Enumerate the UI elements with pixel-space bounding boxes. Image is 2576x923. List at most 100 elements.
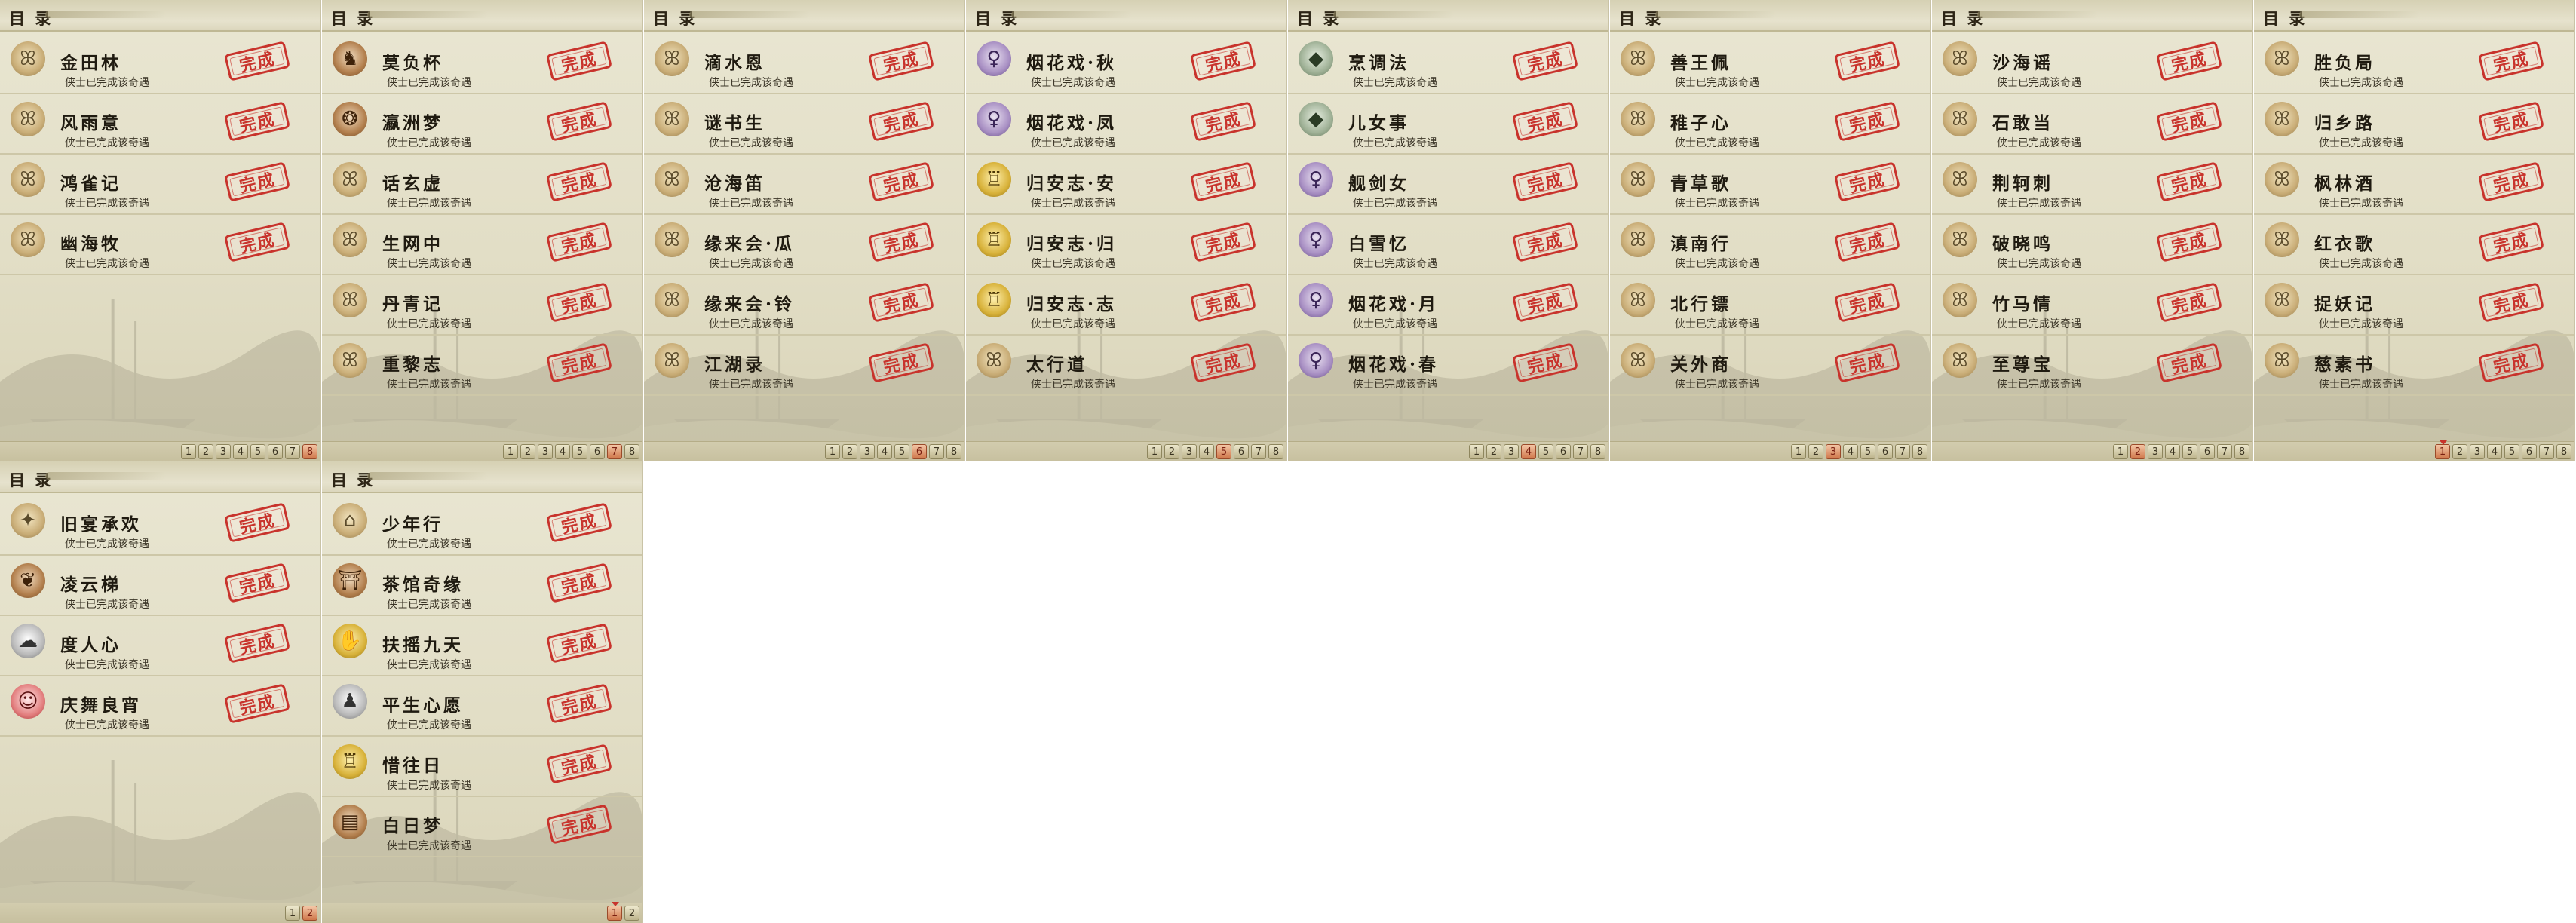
adventure-entry[interactable]: ♀ 烟花戏·秋 侠士已完成该奇遇 完成 — [966, 35, 1286, 94]
page-button-8[interactable]: 8 — [946, 444, 961, 459]
adventure-entry[interactable]: ✦ 旧宴承欢 侠士已完成该奇遇 完成 — [0, 496, 320, 556]
adventure-entry[interactable]: ꕤ 慈素书 侠士已完成该奇遇 完成 — [2254, 336, 2574, 396]
page-button-5[interactable]: 5 — [2504, 444, 2519, 459]
page-button-1[interactable]: 1 — [2435, 440, 2450, 459]
adventure-entry[interactable]: ♖ 归安志·归 侠士已完成该奇遇 完成 — [966, 216, 1286, 275]
adventure-entry[interactable]: ꕤ 至尊宝 侠士已完成该奇遇 完成 — [1932, 336, 2252, 396]
adventure-entry[interactable]: ◆ 儿女事 侠士已完成该奇遇 完成 — [1288, 95, 1608, 155]
adventure-entry[interactable]: ꕤ 胜负局 侠士已完成该奇遇 完成 — [2254, 35, 2574, 94]
page-button-2[interactable]: 2 — [2130, 444, 2145, 459]
page-button-7[interactable]: 7 — [1573, 444, 1588, 459]
page-button-7[interactable]: 7 — [607, 444, 622, 459]
page-button-7[interactable]: 7 — [929, 444, 944, 459]
page-button-2[interactable]: 2 — [1808, 444, 1823, 459]
page-button-4[interactable]: 4 — [2487, 444, 2502, 459]
page-button-1[interactable]: 1 — [1147, 444, 1162, 459]
adventure-entry[interactable]: ꕤ 太行道 侠士已完成该奇遇 完成 — [966, 336, 1286, 396]
adventure-entry[interactable]: ♀ 舰剑女 侠士已完成该奇遇 完成 — [1288, 155, 1608, 215]
page-button-7[interactable]: 7 — [2217, 444, 2232, 459]
adventure-entry[interactable]: ꕤ 稚子心 侠士已完成该奇遇 完成 — [1610, 95, 1930, 155]
adventure-entry[interactable]: ꕤ 捉妖记 侠士已完成该奇遇 完成 — [2254, 276, 2574, 336]
page-button-4[interactable]: 4 — [2165, 444, 2180, 459]
page-button-6[interactable]: 6 — [2522, 444, 2537, 459]
adventure-entry[interactable]: ꕤ 归乡路 侠士已完成该奇遇 完成 — [2254, 95, 2574, 155]
adventure-entry[interactable]: ꕤ 滇南行 侠士已完成该奇遇 完成 — [1610, 216, 1930, 275]
page-button-6[interactable]: 6 — [912, 444, 927, 459]
page-button-8[interactable]: 8 — [1912, 444, 1927, 459]
adventure-entry[interactable]: ♖ 归安志·安 侠士已完成该奇遇 完成 — [966, 155, 1286, 215]
page-button-5[interactable]: 5 — [1860, 444, 1875, 459]
page-button-1[interactable]: 1 — [503, 444, 518, 459]
page-button-4[interactable]: 4 — [233, 444, 248, 459]
page-button-2[interactable]: 2 — [624, 906, 639, 921]
page-button-5[interactable]: 5 — [2182, 444, 2197, 459]
adventure-entry[interactable]: ꕤ 沧海笛 侠士已完成该奇遇 完成 — [644, 155, 964, 215]
page-button-3[interactable]: 3 — [1182, 444, 1197, 459]
page-button-1[interactable]: 1 — [825, 444, 840, 459]
page-button-4[interactable]: 4 — [877, 444, 892, 459]
page-button-1[interactable]: 1 — [181, 444, 196, 459]
page-button-5[interactable]: 5 — [1216, 444, 1231, 459]
adventure-entry[interactable]: ꕤ 话玄虚 侠士已完成该奇遇 完成 — [322, 155, 642, 215]
adventure-entry[interactable]: ꕤ 丹青记 侠士已完成该奇遇 完成 — [322, 276, 642, 336]
adventure-entry[interactable]: ꕤ 滴水恩 侠士已完成该奇遇 完成 — [644, 35, 964, 94]
adventure-entry[interactable]: ꕤ 幽海牧 侠士已完成该奇遇 完成 — [0, 216, 320, 275]
adventure-entry[interactable]: ꕤ 破晓鸣 侠士已完成该奇遇 完成 — [1932, 216, 2252, 275]
adventure-entry[interactable]: ꕤ 石敢当 侠士已完成该奇遇 完成 — [1932, 95, 2252, 155]
page-button-4[interactable]: 4 — [1843, 444, 1858, 459]
page-button-7[interactable]: 7 — [1895, 444, 1910, 459]
adventure-entry[interactable]: ⛩ 茶馆奇缘 侠士已完成该奇遇 完成 — [322, 557, 642, 616]
page-button-1[interactable]: 1 — [607, 902, 622, 921]
page-button-8[interactable]: 8 — [2234, 444, 2249, 459]
adventure-entry[interactable]: ꕤ 北行镖 侠士已完成该奇遇 完成 — [1610, 276, 1930, 336]
adventure-entry[interactable]: ꕤ 沙海谣 侠士已完成该奇遇 完成 — [1932, 35, 2252, 94]
page-button-8[interactable]: 8 — [1590, 444, 1605, 459]
adventure-entry[interactable]: ꕤ 关外商 侠士已完成该奇遇 完成 — [1610, 336, 1930, 396]
page-button-4[interactable]: 4 — [1199, 444, 1214, 459]
page-button-8[interactable]: 8 — [624, 444, 639, 459]
page-button-7[interactable]: 7 — [1251, 444, 1266, 459]
page-button-5[interactable]: 5 — [572, 444, 587, 459]
adventure-entry[interactable]: ♀ 烟花戏·月 侠士已完成该奇遇 完成 — [1288, 276, 1608, 336]
page-button-6[interactable]: 6 — [1556, 444, 1571, 459]
page-button-6[interactable]: 6 — [268, 444, 283, 459]
page-button-3[interactable]: 3 — [538, 444, 553, 459]
page-button-4[interactable]: 4 — [555, 444, 570, 459]
adventure-entry[interactable]: ♟ 平生心愿 侠士已完成该奇遇 完成 — [322, 677, 642, 737]
adventure-entry[interactable]: ⌂ 少年行 侠士已完成该奇遇 完成 — [322, 496, 642, 556]
page-button-2[interactable]: 2 — [1164, 444, 1179, 459]
adventure-entry[interactable]: ▤ 白日梦 侠士已完成该奇遇 完成 — [322, 798, 642, 857]
adventure-entry[interactable]: ꕤ 荆轲刺 侠士已完成该奇遇 完成 — [1932, 155, 2252, 215]
page-button-6[interactable]: 6 — [2200, 444, 2215, 459]
page-button-8[interactable]: 8 — [1268, 444, 1283, 459]
page-button-2[interactable]: 2 — [520, 444, 535, 459]
adventure-entry[interactable]: ☺ 庆舞良宵 侠士已完成该奇遇 完成 — [0, 677, 320, 737]
page-button-5[interactable]: 5 — [894, 444, 909, 459]
page-button-7[interactable]: 7 — [285, 444, 300, 459]
page-button-1[interactable]: 1 — [285, 906, 300, 921]
adventure-entry[interactable]: ♖ 惜往日 侠士已完成该奇遇 完成 — [322, 737, 642, 797]
adventure-entry[interactable]: ꕤ 枫林酒 侠士已完成该奇遇 完成 — [2254, 155, 2574, 215]
page-button-3[interactable]: 3 — [860, 444, 875, 459]
page-button-2[interactable]: 2 — [198, 444, 213, 459]
adventure-entry[interactable]: ꕤ 风雨意 侠士已完成该奇遇 完成 — [0, 95, 320, 155]
adventure-entry[interactable]: ♞ 莫负杯 侠士已完成该奇遇 完成 — [322, 35, 642, 94]
adventure-entry[interactable]: ꕤ 生网中 侠士已完成该奇遇 完成 — [322, 216, 642, 275]
adventure-entry[interactable]: ✋ 扶摇九天 侠士已完成该奇遇 完成 — [322, 617, 642, 676]
adventure-entry[interactable]: ◆ 烹调法 侠士已完成该奇遇 完成 — [1288, 35, 1608, 94]
adventure-entry[interactable]: ꕤ 青草歌 侠士已完成该奇遇 完成 — [1610, 155, 1930, 215]
page-button-1[interactable]: 1 — [1791, 444, 1806, 459]
adventure-entry[interactable]: ☁ 度人心 侠士已完成该奇遇 完成 — [0, 617, 320, 676]
page-button-3[interactable]: 3 — [1504, 444, 1519, 459]
adventure-entry[interactable]: ♀ 烟花戏·凤 侠士已完成该奇遇 完成 — [966, 95, 1286, 155]
page-button-3[interactable]: 3 — [1826, 444, 1841, 459]
adventure-entry[interactable]: ꕤ 江湖录 侠士已完成该奇遇 完成 — [644, 336, 964, 396]
adventure-entry[interactable]: ♀ 白雪忆 侠士已完成该奇遇 完成 — [1288, 216, 1608, 275]
page-button-3[interactable]: 3 — [2148, 444, 2163, 459]
page-button-8[interactable]: 8 — [2556, 444, 2571, 459]
page-button-1[interactable]: 1 — [1469, 444, 1484, 459]
page-button-5[interactable]: 5 — [1538, 444, 1553, 459]
adventure-entry[interactable]: ꕤ 善王佩 侠士已完成该奇遇 完成 — [1610, 35, 1930, 94]
adventure-entry[interactable]: ♀ 烟花戏·春 侠士已完成该奇遇 完成 — [1288, 336, 1608, 396]
page-button-6[interactable]: 6 — [1234, 444, 1249, 459]
